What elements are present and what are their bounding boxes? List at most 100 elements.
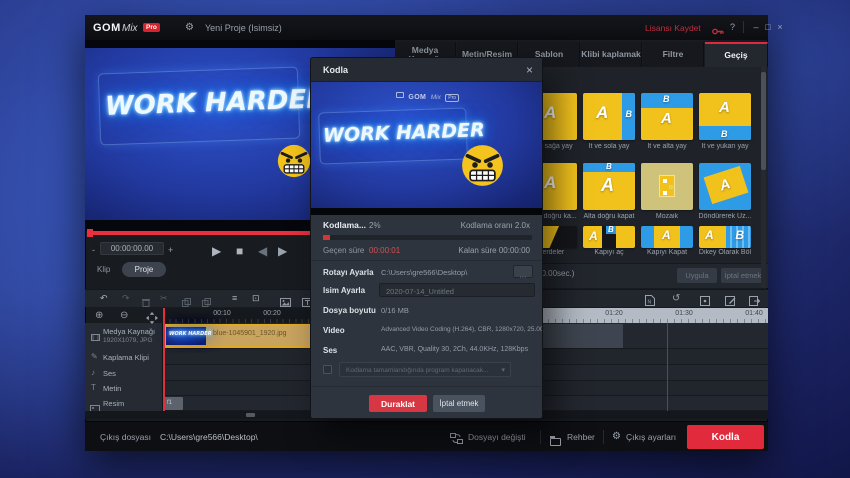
transition-thumb[interactable]: A B: [699, 93, 751, 140]
encoding-rate: Kodlama oranı 2.0x: [460, 221, 530, 230]
project-toggle[interactable]: Proje: [135, 265, 154, 274]
output-settings-button[interactable]: Çıkış ayarları: [626, 432, 676, 442]
watermark-gom: GOM: [408, 94, 427, 101]
undo-icon[interactable]: ↶: [100, 294, 108, 303]
elapsed-time: 00:00:01: [369, 246, 401, 255]
next-frame-button[interactable]: ▶: [278, 244, 287, 258]
zoom-out-icon[interactable]: ⊖: [120, 310, 128, 321]
slide-b: B: [721, 129, 728, 139]
adjust-tracks-icon[interactable]: ≡: [232, 294, 237, 303]
slide-b: B: [735, 228, 744, 242]
filename-input[interactable]: 2020-07-14_Untitled: [379, 283, 535, 297]
divider: [311, 386, 542, 387]
remaining-time: Kalan süre 00:00:00: [458, 246, 530, 255]
transition-thumb[interactable]: B A: [583, 163, 635, 210]
slide-a: A: [601, 175, 614, 195]
tab-klibi-kaplamak[interactable]: Klibi kaplamak: [581, 42, 642, 67]
slide-a: A: [544, 173, 557, 192]
pan-icon[interactable]: [146, 311, 158, 329]
time-increase-button[interactable]: +: [168, 245, 173, 255]
ruler-label: 00:20: [263, 310, 281, 317]
encode-dialog-header[interactable]: Kodla ×: [311, 58, 542, 82]
prev-frame-button[interactable]: ◀: [258, 244, 267, 258]
save-frame-icon[interactable]: [700, 293, 710, 311]
panel-scrollbar-thumb[interactable]: [761, 72, 766, 170]
track-subtitle: 1920X1079, JPG: [103, 337, 153, 344]
transition-thumb[interactable]: A: [641, 226, 693, 248]
rotate-icon[interactable]: ↺: [672, 294, 680, 304]
media-clip-tail[interactable]: [543, 324, 623, 348]
ruler-label: 01:30: [675, 310, 693, 317]
crop-icon[interactable]: ⊡: [252, 294, 260, 303]
transition-label: Alta doğru kapat: [583, 213, 635, 220]
transition-thumb[interactable]: A B: [583, 93, 635, 140]
transition-thumb[interactable]: A: [699, 163, 751, 210]
chevron-down-icon: ▾: [501, 367, 505, 374]
panel-scrollbar[interactable]: [761, 67, 766, 288]
transition-label: İt ve alta yay: [647, 143, 687, 150]
field-label: Ses: [323, 346, 338, 355]
gear-icon[interactable]: ⚙: [185, 22, 194, 33]
guide-button[interactable]: Rehber: [567, 432, 595, 442]
export-frame-icon[interactable]: [749, 293, 761, 311]
pause-button[interactable]: Duraklat: [369, 395, 427, 412]
hscrollbar-thumb[interactable]: [246, 413, 255, 417]
media-clip-label: blue-1045901_1920.jpg: [213, 330, 287, 337]
trash-icon[interactable]: [142, 294, 150, 312]
watermark-mix: Mix: [430, 94, 441, 101]
new-frame-icon[interactable]: N: [645, 293, 655, 311]
seek-handle[interactable]: [87, 229, 93, 237]
zoom-in-icon[interactable]: ⊕: [95, 310, 103, 321]
close-on-finish-select[interactable]: Kodlama tamamlandığında program kapanaca…: [339, 362, 511, 377]
minimize-button[interactable]: –: [751, 22, 761, 32]
close-on-finish-checkbox[interactable]: [323, 365, 332, 374]
redo-icon[interactable]: ↷: [122, 294, 130, 303]
cancel-button[interactable]: İptal etmek: [721, 268, 765, 283]
copy-icon[interactable]: [182, 294, 191, 312]
scissors-icon[interactable]: ✂: [160, 294, 168, 303]
register-license-link[interactable]: Lisansı Kaydet: [645, 23, 701, 33]
transition-thumb[interactable]: [641, 163, 693, 210]
playhead[interactable]: [163, 308, 165, 411]
time-decrease-button[interactable]: -: [92, 245, 95, 255]
transition-thumb[interactable]: A B: [699, 226, 751, 248]
encoding-percent: 2%: [369, 221, 381, 230]
output-file-path: C:\Users\gre566\Desktop\: [160, 432, 258, 442]
transition-thumb[interactable]: B A: [583, 226, 635, 248]
dialog-close-icon[interactable]: ×: [526, 63, 533, 77]
image-clip[interactable]: f1: [164, 397, 183, 410]
slide-a: A: [596, 103, 609, 122]
encode-button[interactable]: Kodla: [687, 425, 764, 449]
app-logo-mix: Mix: [122, 23, 138, 34]
slide-a: A: [705, 228, 714, 242]
close-button[interactable]: ×: [775, 22, 785, 32]
maximize-button[interactable]: □: [763, 22, 773, 32]
add-image-icon[interactable]: [280, 294, 291, 312]
browse-button[interactable]: ···: [513, 265, 533, 281]
field-label: Isim Ayarla: [323, 286, 366, 295]
cancel-encode-button[interactable]: İptal etmek: [433, 395, 485, 412]
duplicate-icon[interactable]: [202, 294, 211, 312]
transition-thumb[interactable]: B A: [641, 93, 693, 140]
overlay-track-icon: ✎: [91, 352, 98, 361]
ellipsis-icon: ···: [519, 274, 527, 281]
stop-button[interactable]: ■: [236, 244, 243, 258]
clip-toggle[interactable]: Klip: [97, 265, 110, 274]
change-file-icon[interactable]: [450, 431, 463, 449]
play-button[interactable]: ▶: [212, 244, 221, 258]
output-file-label: Çıkış dosyası: [100, 432, 152, 442]
help-icon[interactable]: ?: [730, 22, 735, 32]
change-file-button[interactable]: Dosyayı değişti: [468, 432, 526, 442]
audio-codec-value: AAC, VBR, Quality 30, 2Ch, 44.0KHz, 128K…: [381, 346, 529, 353]
elapsed-label: Geçen süre: [323, 246, 365, 255]
slide-b: B: [625, 109, 633, 119]
tab-filtre[interactable]: Filtre: [643, 42, 704, 67]
apply-button[interactable]: Uygula: [677, 268, 717, 283]
field-label: Video: [323, 326, 345, 335]
remaining-value: 00:00:00: [498, 246, 530, 255]
transition-label: Kapıyı aç: [594, 249, 624, 256]
tab-gecis[interactable]: Geçiş: [705, 42, 768, 67]
edit-frame-icon[interactable]: [725, 293, 736, 311]
slide-a: A: [661, 110, 672, 127]
transition-label: Kapıyı Kapat: [646, 249, 688, 256]
